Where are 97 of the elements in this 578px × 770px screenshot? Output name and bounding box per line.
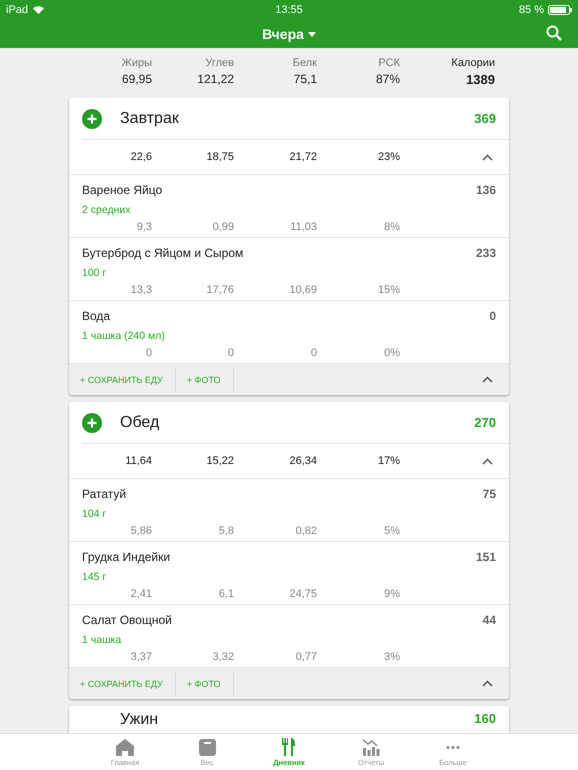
battery-percent: 85 %: [518, 4, 544, 16]
chevron-icon: [482, 376, 493, 383]
meal-name: Ужин: [120, 711, 160, 729]
collapse-toggle[interactable]: [482, 458, 493, 464]
summary-label: Белк: [292, 57, 317, 69]
more-icon: [446, 746, 460, 749]
meal-total: 21,72: [288, 151, 317, 163]
summary-value: 87%: [376, 72, 400, 86]
food-value: 9%: [383, 588, 400, 602]
food-serving: 104 г: [82, 508, 108, 522]
food-value: 17,76: [205, 284, 234, 298]
meal-total: 22,6: [130, 151, 152, 163]
summary-label: Калории: [451, 57, 495, 69]
summary-value: 121,22: [197, 72, 234, 86]
food-value: 11,03: [289, 221, 317, 236]
summary-value: 69,95: [122, 72, 152, 86]
meal-calories: 270: [474, 415, 496, 430]
scale-icon: [198, 739, 216, 756]
house-icon: [116, 739, 134, 756]
chevron-icon: [482, 154, 493, 160]
food-name: Бутерброд с Яйцом и Сыром: [82, 246, 244, 262]
food-name: Салат Овощной: [82, 613, 173, 629]
food-value: 3%: [383, 651, 400, 666]
collapse-toggle[interactable]: [482, 154, 493, 160]
food-calories: 233: [476, 246, 496, 262]
food-value: 0,82: [294, 525, 317, 540]
food-value: 10,69: [288, 284, 317, 298]
meal-name: Завтрак: [120, 110, 180, 128]
food-name: Рататуй: [82, 487, 128, 503]
food-value: 15%: [376, 284, 400, 298]
food-value: 24,75: [288, 588, 317, 602]
food-calories: 151: [476, 550, 496, 566]
food-row[interactable]: Грудка Индейки 151 145 г 2,41 6,1 24,75 9%: [69, 542, 509, 605]
food-row[interactable]: Бутерброд с Яйцом и Сыром 233 100 г 13,3 17,76 10,69 15%: [69, 238, 509, 301]
meal-total: 23%: [376, 151, 400, 163]
date-selector[interactable]: Вчера: [262, 26, 316, 42]
device-name: iPad: [6, 4, 28, 16]
meal-total: 17%: [376, 455, 400, 467]
meal-calories: 160: [474, 711, 496, 726]
food-calories: 44: [482, 613, 496, 629]
collapse-toggle[interactable]: [482, 680, 493, 687]
add-icon[interactable]: [82, 108, 102, 128]
meal-total: 11,64: [124, 455, 152, 467]
bar-chart-icon: [362, 738, 380, 756]
food-value: 0,77: [294, 651, 317, 666]
food-value: 0: [144, 347, 152, 362]
food-serving: 1 чашка: [82, 634, 122, 648]
food-value: 5,86: [130, 525, 152, 540]
food-name: Грудка Индейки: [82, 550, 172, 566]
food-value: 13,3: [130, 284, 152, 298]
action-button[interactable]: + СОХРАНИТЬ ЕДУ: [69, 672, 176, 694]
caret-icon: [308, 32, 316, 36]
food-calories: 0: [489, 309, 496, 325]
wifi-icon: [33, 6, 44, 14]
add-icon[interactable]: [82, 412, 102, 432]
food-value: 8%: [383, 221, 400, 236]
chevron-icon: [482, 680, 493, 687]
food-value: 2,41: [130, 588, 152, 602]
food-name: Вареное Яйцо: [82, 183, 164, 199]
food-serving: 2 средних: [82, 204, 132, 218]
meal-total: 18,75: [205, 151, 234, 163]
food-value: 5%: [383, 525, 400, 540]
fork-knife-icon: [282, 738, 296, 756]
chevron-icon: [482, 458, 493, 464]
search-icon[interactable]: [546, 25, 562, 41]
summary-value: 1389: [466, 72, 495, 87]
food-serving: 1 чашка (240 мл): [82, 330, 166, 344]
collapse-toggle[interactable]: [482, 376, 493, 383]
food-value: 0: [226, 347, 234, 362]
meal-total: 26,34: [288, 455, 317, 467]
summary-value: 75,1: [294, 72, 317, 86]
food-calories: 75: [482, 487, 496, 503]
food-row[interactable]: Вареное Яйцо 136 2 средних 9,3 0,99 11,03 8%: [69, 175, 509, 238]
food-value: 3,32: [212, 651, 234, 666]
meal-calories: 369: [474, 111, 496, 126]
summary-label: РСК: [378, 57, 400, 69]
food-value: 9,3: [136, 221, 152, 236]
summary-label: Углев: [205, 57, 234, 69]
food-value: 3,37: [130, 651, 152, 666]
clock: 13:55: [275, 4, 303, 16]
food-serving: 145 г: [82, 570, 108, 585]
food-value: 0,99: [212, 221, 234, 236]
action-button[interactable]: + СОХРАНИТЬ ЕДУ: [69, 368, 176, 390]
meal-total: 15,22: [205, 455, 234, 467]
food-serving: 100 г: [82, 266, 108, 281]
action-button[interactable]: + ФОТО: [176, 672, 234, 694]
action-button[interactable]: + ФОТО: [176, 368, 234, 390]
battery-icon: [548, 5, 572, 15]
summary-label: Жиры: [122, 57, 152, 69]
food-value: 0%: [383, 347, 400, 362]
food-row[interactable]: Рататуй 75 104 г 5,86 5,8 0,82 5%: [69, 479, 509, 542]
food-name: Вода: [82, 309, 112, 325]
food-value: 0: [310, 347, 317, 362]
food-calories: 136: [476, 183, 496, 199]
meal-name: Обед: [120, 414, 160, 432]
food-value: 6,1: [218, 588, 234, 602]
food-value: 5,8: [218, 525, 234, 540]
